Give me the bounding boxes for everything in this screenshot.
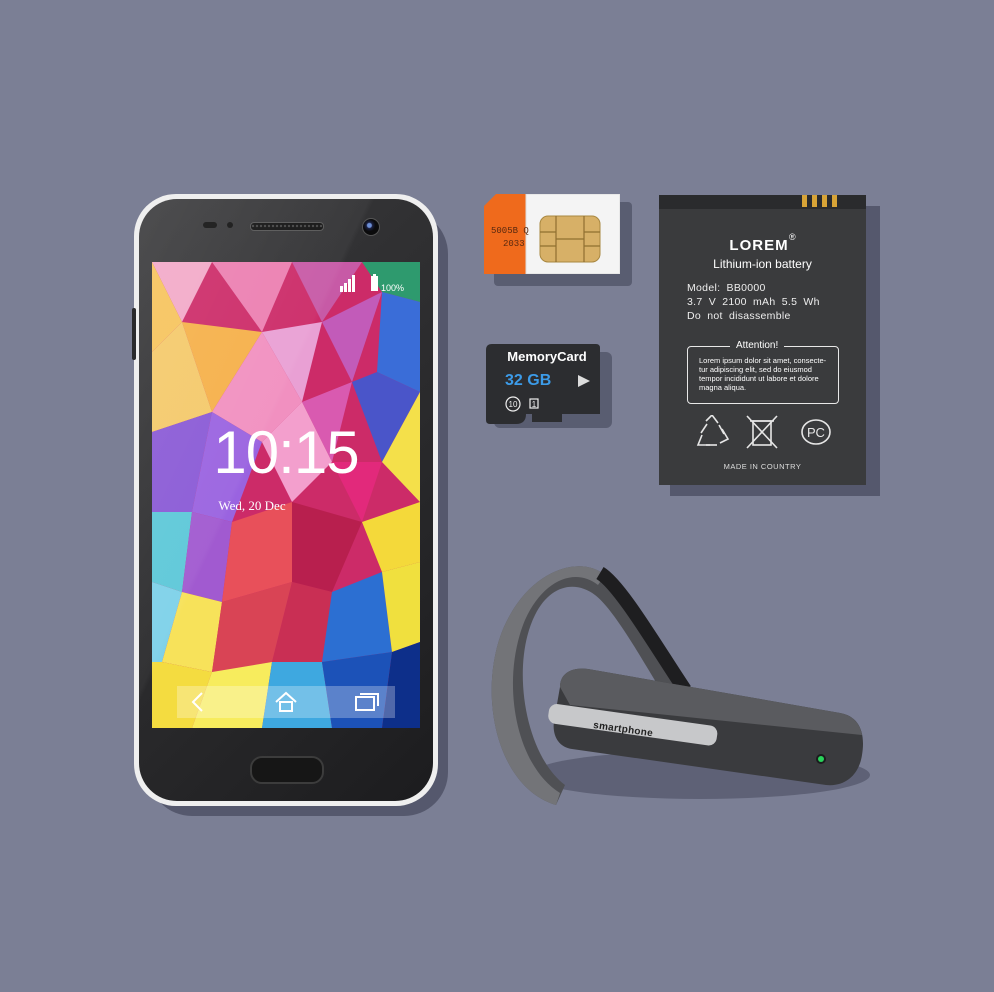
phone-home-button[interactable] bbox=[250, 756, 324, 784]
lock-screen-clock: 10:15 bbox=[213, 419, 359, 486]
recycle-icon bbox=[696, 415, 730, 446]
no-trash-bin-icon bbox=[746, 415, 778, 449]
recent-apps-icon[interactable] bbox=[350, 686, 382, 718]
battery-brand: LOREM bbox=[729, 237, 789, 254]
battery-contacts bbox=[802, 195, 837, 207]
phone-screen-wallpaper bbox=[152, 262, 420, 728]
battery-registered-mark: ® bbox=[789, 232, 796, 242]
sim-code-line1: 5005B Q bbox=[491, 226, 529, 236]
lock-screen-date: Wed, 20 Dec bbox=[218, 498, 286, 513]
svg-text:РС: РС bbox=[807, 425, 825, 440]
svg-text:1: 1 bbox=[532, 400, 537, 409]
sim-code: 5005B Q 2033 bbox=[491, 225, 529, 251]
attention-text: Lorem ipsum dolor sit amet, consecte-tur… bbox=[699, 356, 827, 392]
signal-icon bbox=[340, 275, 355, 292]
phone-earpiece bbox=[250, 222, 324, 231]
certification-mark-icon: РС bbox=[801, 419, 831, 445]
attention-title: Attention! bbox=[730, 340, 785, 351]
battery-type: Lithium-ion battery bbox=[713, 257, 812, 271]
battery-ratings: 3.7 V 2100 mAh 5.5 Wh bbox=[687, 296, 820, 308]
battery-warning: Do not disassemble bbox=[687, 310, 791, 322]
memory-card-capacity: 32 GB bbox=[505, 372, 552, 389]
front-camera-icon bbox=[362, 218, 380, 236]
battery-made-in: MADE IN COUNTRY bbox=[723, 462, 802, 471]
phone-side-button bbox=[132, 308, 136, 360]
battery-model: Model: BB0000 bbox=[687, 282, 766, 294]
light-sensor bbox=[227, 222, 233, 228]
sim-code-line2: 2033 bbox=[503, 239, 525, 249]
battery-specs: Model: BB0000 3.7 V 2100 mAh 5.5 Wh Do n… bbox=[687, 281, 820, 323]
proximity-sensor bbox=[203, 222, 217, 228]
svg-text:10: 10 bbox=[509, 400, 518, 409]
back-icon[interactable] bbox=[182, 686, 214, 718]
headset-status-led bbox=[818, 756, 824, 762]
insert-arrow-icon bbox=[578, 375, 590, 387]
memory-card-title: MemoryCard bbox=[507, 349, 587, 364]
bluetooth-headset bbox=[491, 566, 870, 805]
home-icon[interactable] bbox=[270, 686, 302, 718]
battery-icon bbox=[371, 274, 378, 291]
battery-percentage: 100% bbox=[381, 283, 405, 293]
